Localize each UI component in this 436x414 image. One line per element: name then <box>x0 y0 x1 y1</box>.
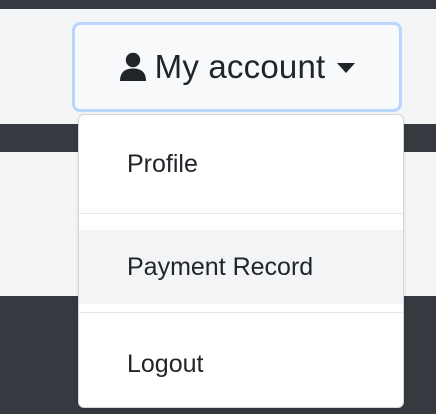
menu-item-logout-label: Logout <box>127 349 204 378</box>
menu-item-profile[interactable]: Profile <box>79 127 403 201</box>
menu-item-payment-record[interactable]: Payment Record <box>79 230 403 304</box>
top-navbar-edge <box>0 0 436 9</box>
menu-divider <box>79 312 403 313</box>
caret-down-icon <box>337 61 356 73</box>
user-icon <box>119 52 147 82</box>
my-account-label: My account <box>154 48 326 85</box>
menu-item-profile-label: Profile <box>127 149 198 178</box>
account-dropdown-menu: Profile Payment Record Logout <box>78 114 404 408</box>
my-account-dropdown-button[interactable]: My account <box>72 22 402 112</box>
menu-item-logout[interactable]: Logout <box>79 327 403 401</box>
menu-divider <box>79 213 403 214</box>
menu-item-payment-record-label: Payment Record <box>127 252 314 281</box>
